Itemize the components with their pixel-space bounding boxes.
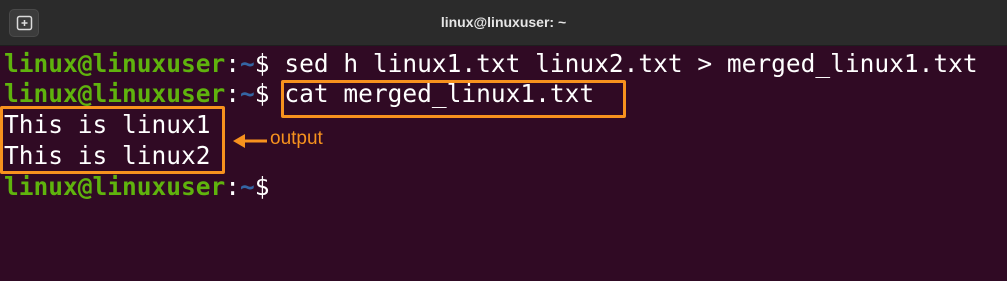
prompt-path: ~	[240, 172, 255, 201]
prompt-path: ~	[240, 49, 255, 78]
command-text: sed h linux1.txt linux2.txt > merged_lin…	[284, 49, 978, 78]
prompt-path: ~	[240, 79, 255, 108]
prompt-separator: :	[225, 79, 241, 108]
prompt-separator: :	[225, 49, 241, 78]
prompt-user-host: linux@linuxuser	[4, 79, 226, 108]
arrow-left-icon	[233, 134, 267, 148]
command-highlight-box	[281, 80, 626, 118]
terminal-line: linux@linuxuser:~$	[4, 172, 270, 202]
terminal-line: linux@linuxuser:~$ sed h linux1.txt linu…	[4, 49, 978, 79]
output-highlight-box	[0, 106, 225, 174]
terminal-window: linux@linuxuser: ~ linux@linuxuser:~$ se…	[0, 0, 1007, 281]
prompt-user-host: linux@linuxuser	[4, 49, 226, 78]
output-annotation-label: output	[270, 128, 323, 149]
prompt-symbol: $	[254, 79, 270, 108]
title-bar: linux@linuxuser: ~	[0, 0, 1007, 46]
prompt-symbol: $	[254, 172, 270, 201]
prompt-user-host: linux@linuxuser	[4, 172, 226, 201]
window-title: linux@linuxuser: ~	[440, 14, 567, 30]
prompt-symbol: $	[254, 49, 270, 78]
prompt-separator: :	[225, 172, 241, 201]
